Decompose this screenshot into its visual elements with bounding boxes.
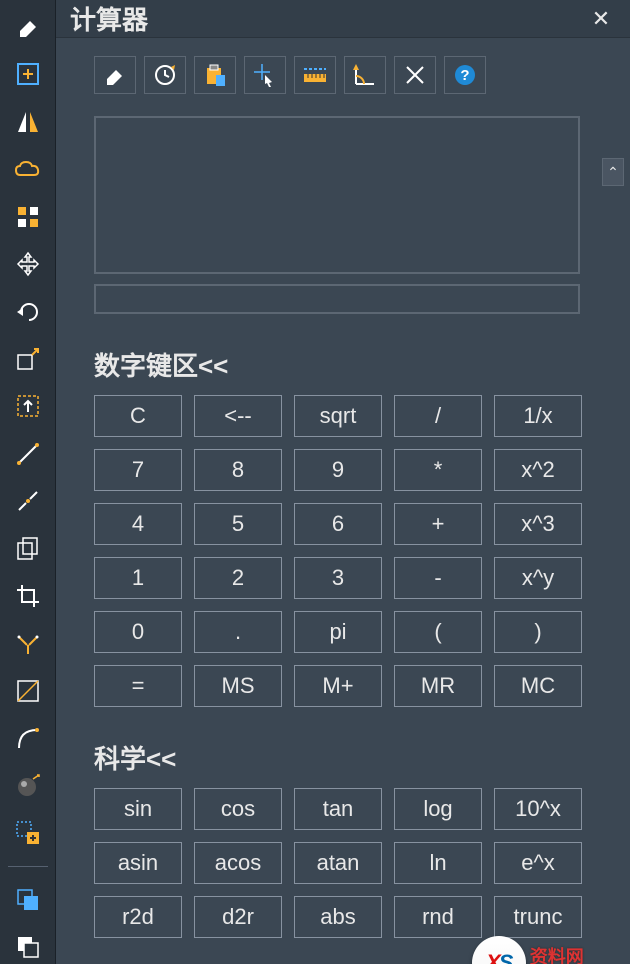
key-9[interactable]: 9 bbox=[294, 449, 382, 491]
tool-arrow-up-box[interactable] bbox=[11, 390, 45, 423]
tool-line-broken[interactable] bbox=[11, 485, 45, 518]
calculator-panel: 计算器 ✕ ? bbox=[56, 0, 630, 964]
key-reciprocal[interactable]: 1/x bbox=[494, 395, 582, 437]
key-trunc[interactable]: trunc bbox=[494, 896, 582, 938]
tool-rect-add[interactable] bbox=[11, 57, 45, 90]
key-7[interactable]: 7 bbox=[94, 449, 182, 491]
key-4[interactable]: 4 bbox=[94, 503, 182, 545]
tool-sphere[interactable] bbox=[11, 769, 45, 802]
tb-help-icon[interactable]: ? bbox=[444, 56, 486, 94]
watermark: XS 资料网 ZL.XS1616.COM bbox=[472, 936, 624, 964]
tb-eraser-icon[interactable] bbox=[94, 56, 136, 94]
key-equals[interactable]: = bbox=[94, 665, 182, 707]
key-plus[interactable]: + bbox=[394, 503, 482, 545]
tool-grid4[interactable] bbox=[11, 200, 45, 233]
key-cos[interactable]: cos bbox=[194, 788, 282, 830]
key-r2d[interactable]: r2d bbox=[94, 896, 182, 938]
tool-cloud[interactable] bbox=[11, 152, 45, 185]
key-atan[interactable]: atan bbox=[294, 842, 382, 884]
key-mc[interactable]: MC bbox=[494, 665, 582, 707]
key-multiply[interactable]: * bbox=[394, 449, 482, 491]
key-square[interactable]: x^2 bbox=[494, 449, 582, 491]
tool-scale-out[interactable] bbox=[11, 342, 45, 375]
tool-crop[interactable] bbox=[11, 579, 45, 612]
scientific-keypad: sin cos tan log 10^x asin acos atan ln e… bbox=[94, 788, 608, 938]
close-button[interactable]: ✕ bbox=[586, 4, 616, 34]
key-log[interactable]: log bbox=[394, 788, 482, 830]
panel-title: 计算器 bbox=[70, 0, 586, 37]
key-tan[interactable]: tan bbox=[294, 788, 382, 830]
svg-text:?: ? bbox=[460, 67, 469, 84]
numeric-section-label[interactable]: 数字键区<< bbox=[94, 346, 608, 383]
key-d2r[interactable]: d2r bbox=[194, 896, 282, 938]
tb-pick-point-icon[interactable] bbox=[244, 56, 286, 94]
key-clear[interactable]: C bbox=[94, 395, 182, 437]
collapse-button[interactable]: ⌃ bbox=[602, 158, 624, 186]
key-10x[interactable]: 10^x bbox=[494, 788, 582, 830]
panel-content: ? ⌃ 数字键区<< C <-- sqrt / 1/x 7 8 9 * x^2 … bbox=[56, 38, 630, 964]
key-rnd[interactable]: rnd bbox=[394, 896, 482, 938]
key-mr[interactable]: MR bbox=[394, 665, 482, 707]
tb-history-icon[interactable] bbox=[144, 56, 186, 94]
key-ln[interactable]: ln bbox=[394, 842, 482, 884]
tool-merge-lines[interactable] bbox=[11, 627, 45, 660]
key-minus[interactable]: - bbox=[394, 557, 482, 599]
key-sqrt[interactable]: sqrt bbox=[294, 395, 382, 437]
tool-select-plus[interactable] bbox=[11, 817, 45, 850]
key-1[interactable]: 1 bbox=[94, 557, 182, 599]
key-backspace[interactable]: <-- bbox=[194, 395, 282, 437]
calc-display[interactable] bbox=[94, 116, 580, 274]
tool-rect-diag[interactable] bbox=[11, 674, 45, 707]
tool-copy-rect[interactable] bbox=[11, 532, 45, 565]
tool-arc[interactable] bbox=[11, 722, 45, 755]
key-lparen[interactable]: ( bbox=[394, 611, 482, 653]
title-bar: 计算器 ✕ bbox=[56, 0, 630, 38]
tool-layers[interactable] bbox=[11, 883, 45, 916]
tool-layers-alt[interactable] bbox=[11, 931, 45, 964]
numeric-keypad: C <-- sqrt / 1/x 7 8 9 * x^2 4 5 6 + x^3… bbox=[94, 395, 608, 707]
tool-rotate[interactable] bbox=[11, 295, 45, 328]
key-asin[interactable]: asin bbox=[94, 842, 182, 884]
tool-line-diag[interactable] bbox=[11, 437, 45, 470]
key-abs[interactable]: abs bbox=[294, 896, 382, 938]
key-ms[interactable]: MS bbox=[194, 665, 282, 707]
calc-input[interactable] bbox=[94, 284, 580, 314]
tool-move[interactable] bbox=[11, 247, 45, 280]
key-cube[interactable]: x^3 bbox=[494, 503, 582, 545]
scientific-section-label[interactable]: 科学<< bbox=[94, 739, 608, 776]
watermark-logo: XS bbox=[472, 936, 526, 964]
key-mplus[interactable]: M+ bbox=[294, 665, 382, 707]
key-5[interactable]: 5 bbox=[194, 503, 282, 545]
key-rparen[interactable]: ) bbox=[494, 611, 582, 653]
key-2[interactable]: 2 bbox=[194, 557, 282, 599]
key-pi[interactable]: pi bbox=[294, 611, 382, 653]
key-ex[interactable]: e^x bbox=[494, 842, 582, 884]
calc-toolbar: ? bbox=[94, 56, 608, 94]
tb-paste-icon[interactable] bbox=[194, 56, 236, 94]
key-acos[interactable]: acos bbox=[194, 842, 282, 884]
key-8[interactable]: 8 bbox=[194, 449, 282, 491]
tool-mirror[interactable] bbox=[11, 105, 45, 138]
key-power[interactable]: x^y bbox=[494, 557, 582, 599]
key-dot[interactable]: . bbox=[194, 611, 282, 653]
side-toolbar bbox=[0, 0, 56, 964]
toolbar-separator bbox=[8, 866, 48, 867]
tb-measure-icon[interactable] bbox=[294, 56, 336, 94]
key-0[interactable]: 0 bbox=[94, 611, 182, 653]
watermark-text: 资料网 bbox=[530, 943, 624, 964]
key-3[interactable]: 3 bbox=[294, 557, 382, 599]
tb-delete-icon[interactable] bbox=[394, 56, 436, 94]
key-6[interactable]: 6 bbox=[294, 503, 382, 545]
tool-eraser[interactable] bbox=[11, 10, 45, 43]
key-sin[interactable]: sin bbox=[94, 788, 182, 830]
key-divide[interactable]: / bbox=[394, 395, 482, 437]
tb-angle-icon[interactable] bbox=[344, 56, 386, 94]
